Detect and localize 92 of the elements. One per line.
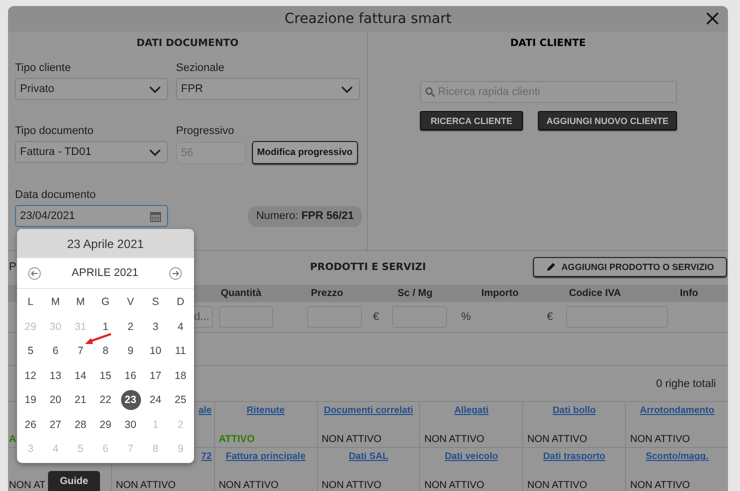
month-label: APRILE 2021: [72, 267, 138, 279]
calendar-day[interactable]: 6: [46, 341, 66, 362]
calendar-day[interactable]: 16: [120, 366, 140, 386]
chevron-icon: [149, 148, 161, 156]
next-month-icon[interactable]: [169, 266, 182, 280]
status-label: NON ATTIVO: [116, 480, 176, 491]
select-field[interactable]: FPR: [176, 78, 360, 100]
selected-date: 23 Aprile 2021: [67, 236, 144, 250]
status-label: NON ATTIVO: [527, 480, 588, 491]
add-client-button[interactable]: AGGIUNGI NUOVO CLIENTE: [538, 111, 677, 130]
modify-button[interactable]: Modifica progressivo: [252, 141, 358, 164]
calendar-day[interactable]: 1: [96, 316, 116, 337]
unit-label: %: [461, 311, 471, 323]
calendar-day[interactable]: 14: [70, 366, 90, 386]
column-header: Info: [678, 288, 700, 299]
section-heading: DATI CLIENTE: [509, 37, 587, 51]
calendar-day[interactable]: 12: [20, 366, 40, 386]
guide-tab[interactable]: Guide: [48, 471, 100, 491]
status-label: NON ATTIVO: [424, 434, 484, 445]
calendar-day[interactable]: 8: [96, 341, 116, 362]
status-label: NON ATTIVO: [630, 434, 690, 445]
section-label: P: [8, 261, 16, 273]
calendar-day[interactable]: 22: [96, 390, 116, 410]
chevron-icon: [341, 86, 353, 92]
status-label: ATTIVO: [218, 434, 255, 445]
calendar-day[interactable]: 10: [146, 341, 166, 362]
calendar-day[interactable]: 15: [96, 366, 116, 386]
field-label: Data documento: [15, 189, 96, 201]
field-label: Tipo documento: [15, 125, 94, 137]
add-product-button[interactable]: AGGIUNGI PRODOTTO O SERVIZIO: [533, 257, 727, 277]
status-label: NON ATTIVO: [630, 480, 690, 491]
calendar-day[interactable]: 21: [70, 390, 90, 410]
calendar-day[interactable]: 2: [120, 316, 140, 337]
calendar-day[interactable]: 20: [46, 390, 66, 410]
column-header: Sc / Mg: [396, 288, 434, 299]
previous-month-icon[interactable]: [28, 266, 41, 280]
status-label: A: [9, 434, 16, 445]
calendar-day[interactable]: 28: [70, 414, 90, 435]
column-header: Prezzo: [310, 288, 344, 299]
search-icon: [425, 87, 435, 97]
section-heading: DATI DOCUMENTO: [135, 37, 240, 51]
annotation-arrow: [85, 333, 112, 345]
number-badge: Numero: FPR 56/21: [248, 206, 362, 227]
status-label: NON AT: [9, 480, 46, 491]
select-field[interactable]: Fattura - TD01: [15, 141, 168, 163]
calendar-day[interactable]: 25: [170, 390, 190, 410]
calendar-day[interactable]: 17: [146, 366, 166, 386]
column-header: Codice IVA: [568, 288, 622, 299]
calendar-day[interactable]: 18: [170, 366, 190, 386]
pencil-icon: [546, 262, 556, 272]
calendar-day[interactable]: 4: [170, 316, 190, 337]
weekday-label: V: [126, 295, 135, 310]
calendar-day[interactable]: 30: [120, 414, 140, 435]
chevron-icon: [149, 86, 161, 92]
weekday-label: G: [100, 295, 111, 310]
unit-label: €: [546, 311, 554, 323]
status-label: NON ATTIVO: [424, 480, 484, 491]
field-label: Progressivo: [176, 125, 234, 137]
calendar-day[interactable]: 11: [170, 341, 190, 362]
weekday-label: D: [176, 295, 186, 310]
calendar-day[interactable]: 13: [46, 366, 66, 386]
window-title: Creazione fattura smart: [284, 11, 452, 27]
status-label: NON ATTIVO: [322, 480, 382, 491]
calendar-day[interactable]: 24: [146, 390, 166, 410]
calendar-icon[interactable]: [150, 210, 161, 222]
weekday-label: S: [150, 295, 160, 310]
unit-label: €: [373, 311, 380, 323]
column-header: Importo: [480, 288, 520, 299]
weekday-label: M: [50, 295, 61, 310]
calendar-day[interactable]: 23: [120, 390, 140, 410]
weekday-label: L: [26, 295, 34, 310]
close-icon[interactable]: [706, 12, 719, 25]
weekday-label: M: [75, 295, 86, 310]
column-header: Quantità: [220, 288, 262, 299]
status-label: NON ATTIVO: [218, 480, 279, 491]
calendar-day[interactable]: 19: [20, 390, 40, 410]
field-label: Sezionale: [176, 62, 224, 74]
field-label: Tipo cliente: [15, 62, 71, 74]
section-heading: PRODOTTI E SERVIZI: [310, 262, 426, 272]
calendar-day[interactable]: 26: [20, 414, 40, 435]
status-label: NON ATTIVO: [527, 434, 588, 445]
search-client-button[interactable]: RICERCA CLIENTE: [420, 111, 523, 130]
calendar-day[interactable]: 5: [20, 341, 40, 362]
select-field[interactable]: Privato: [15, 78, 168, 100]
calendar-day[interactable]: 29: [96, 414, 116, 435]
date-field[interactable]: 23/04/2021: [15, 205, 168, 227]
status-label: NON ATTIVO: [322, 434, 382, 445]
row-count: 0 righe totali: [656, 378, 716, 390]
calendar-day[interactable]: 7: [70, 341, 90, 362]
calendar-day[interactable]: 27: [46, 414, 66, 435]
calendar-day[interactable]: 9: [120, 341, 140, 362]
calendar-day[interactable]: 3: [146, 316, 166, 337]
